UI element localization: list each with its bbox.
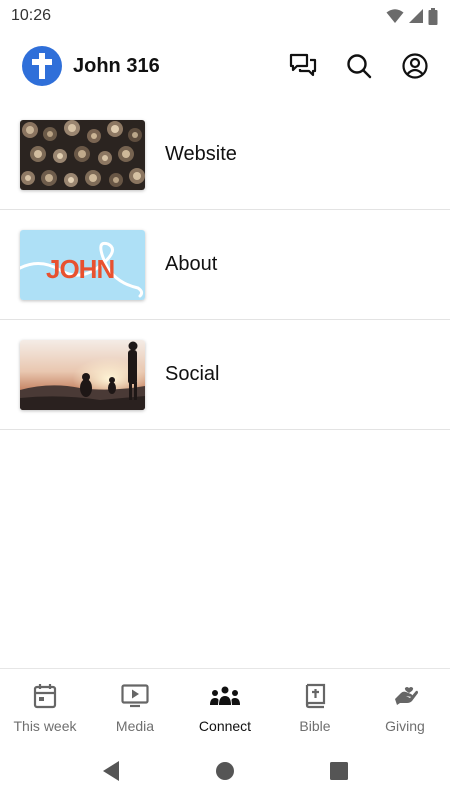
bottom-nav: This week Media Connect Bible Giving — [0, 668, 450, 742]
home-circle-icon — [216, 762, 234, 780]
nav-label: Bible — [299, 718, 331, 734]
nav-label: This week — [13, 718, 77, 734]
list-item-website[interactable]: Website — [0, 100, 450, 210]
nav-label: Connect — [198, 718, 252, 734]
nav-label: Media — [115, 718, 155, 734]
list-item-about[interactable]: JOHN About — [0, 210, 450, 320]
signal-icon — [409, 9, 423, 23]
system-nav — [0, 742, 450, 800]
list-item-social[interactable]: Social — [0, 320, 450, 430]
giving-hand-icon — [395, 687, 418, 705]
profile-button[interactable] — [400, 51, 430, 81]
nav-connect[interactable]: Connect — [180, 669, 270, 742]
app-title: John 316 — [73, 54, 160, 77]
recents-button[interactable] — [282, 742, 396, 800]
nav-media[interactable]: Media — [90, 669, 180, 742]
battery-icon — [428, 7, 438, 25]
status-icons — [386, 7, 438, 25]
about-thumb-text: JOHN — [46, 254, 114, 284]
nav-label: Giving — [385, 718, 425, 734]
calendar-icon — [33, 684, 57, 709]
bible-icon — [305, 683, 326, 709]
account-icon — [402, 53, 428, 79]
social-thumbnail — [20, 339, 145, 410]
list-item-label: Social — [165, 363, 220, 385]
list-item-label: About — [165, 253, 218, 275]
list-item-label: Website — [165, 143, 237, 165]
chat-icon — [289, 53, 317, 77]
status-time: 10:26 — [11, 7, 52, 24]
app-header: John 316 — [0, 32, 450, 100]
website-thumbnail — [20, 119, 145, 190]
recents-square-icon — [330, 762, 348, 780]
nav-bible[interactable]: Bible — [270, 669, 360, 742]
nav-giving[interactable]: Giving — [360, 669, 450, 742]
connect-list: Website JOHN About Social — [0, 100, 450, 430]
search-icon — [347, 54, 372, 79]
church-logo — [22, 46, 62, 86]
home-button[interactable] — [168, 742, 282, 800]
about-thumbnail: JOHN — [20, 229, 145, 300]
nav-this-week[interactable]: This week — [0, 669, 90, 742]
search-button[interactable] — [344, 51, 374, 81]
header-actions — [288, 51, 430, 81]
status-bar: 10:26 — [0, 0, 450, 32]
people-icon — [210, 686, 240, 705]
messages-button[interactable] — [288, 51, 318, 81]
cross-icon — [32, 53, 52, 79]
play-screen-icon — [121, 684, 149, 708]
back-triangle-icon — [103, 761, 119, 781]
back-button[interactable] — [54, 742, 168, 800]
wifi-icon — [386, 9, 404, 23]
